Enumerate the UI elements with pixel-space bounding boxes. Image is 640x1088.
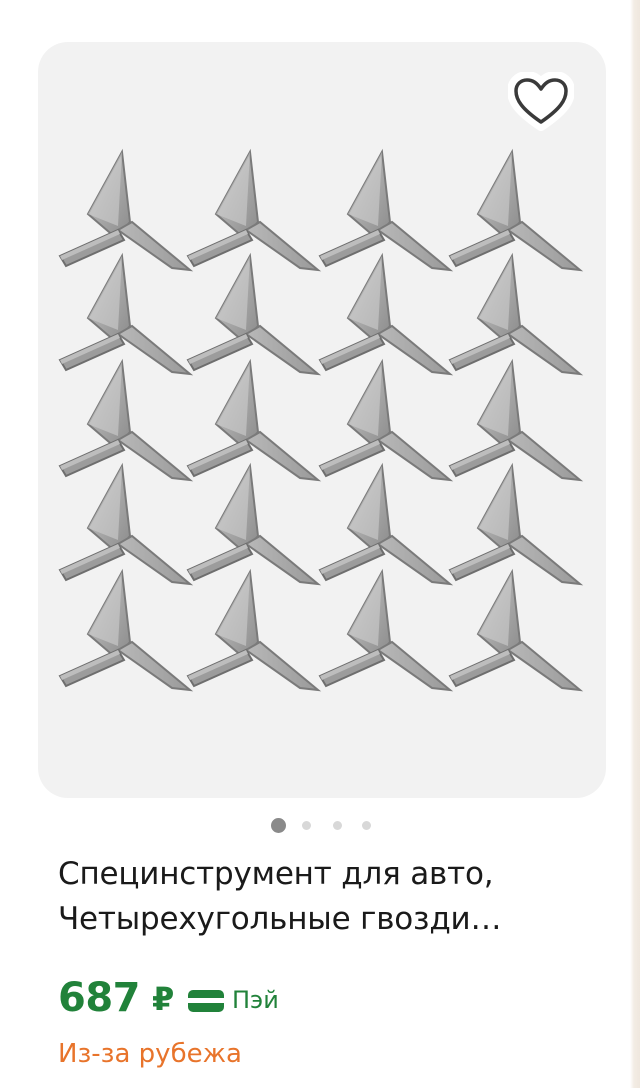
card-icon	[188, 990, 224, 1012]
product-title-line-1: Специнструмент для авто,	[58, 856, 494, 892]
pagination-dot-active[interactable]	[271, 818, 286, 833]
product-card[interactable]: Специнструмент для авто, Четырехугольные…	[0, 0, 628, 1088]
next-card-edge[interactable]	[630, 0, 640, 1088]
payment-method-label: Пэй	[232, 986, 279, 1014]
product-title-line-2: Четырехугольные гвозди…	[58, 901, 502, 937]
product-title[interactable]: Специнструмент для авто, Четырехугольные…	[58, 852, 598, 942]
heart-icon	[507, 71, 575, 131]
shipping-origin: Из-за рубежа	[58, 1039, 242, 1069]
price-row: 687 ₽ Пэй	[58, 970, 558, 1026]
product-price: 687	[58, 975, 141, 1021]
image-pagination	[0, 818, 628, 834]
pagination-dot[interactable]	[362, 821, 371, 830]
pagination-dot[interactable]	[302, 821, 311, 830]
currency-symbol: ₽	[152, 980, 175, 1018]
nails-grid	[59, 151, 581, 691]
favorite-button[interactable]	[507, 71, 575, 134]
product-image[interactable]	[38, 42, 606, 798]
pagination-dot[interactable]	[333, 821, 342, 830]
